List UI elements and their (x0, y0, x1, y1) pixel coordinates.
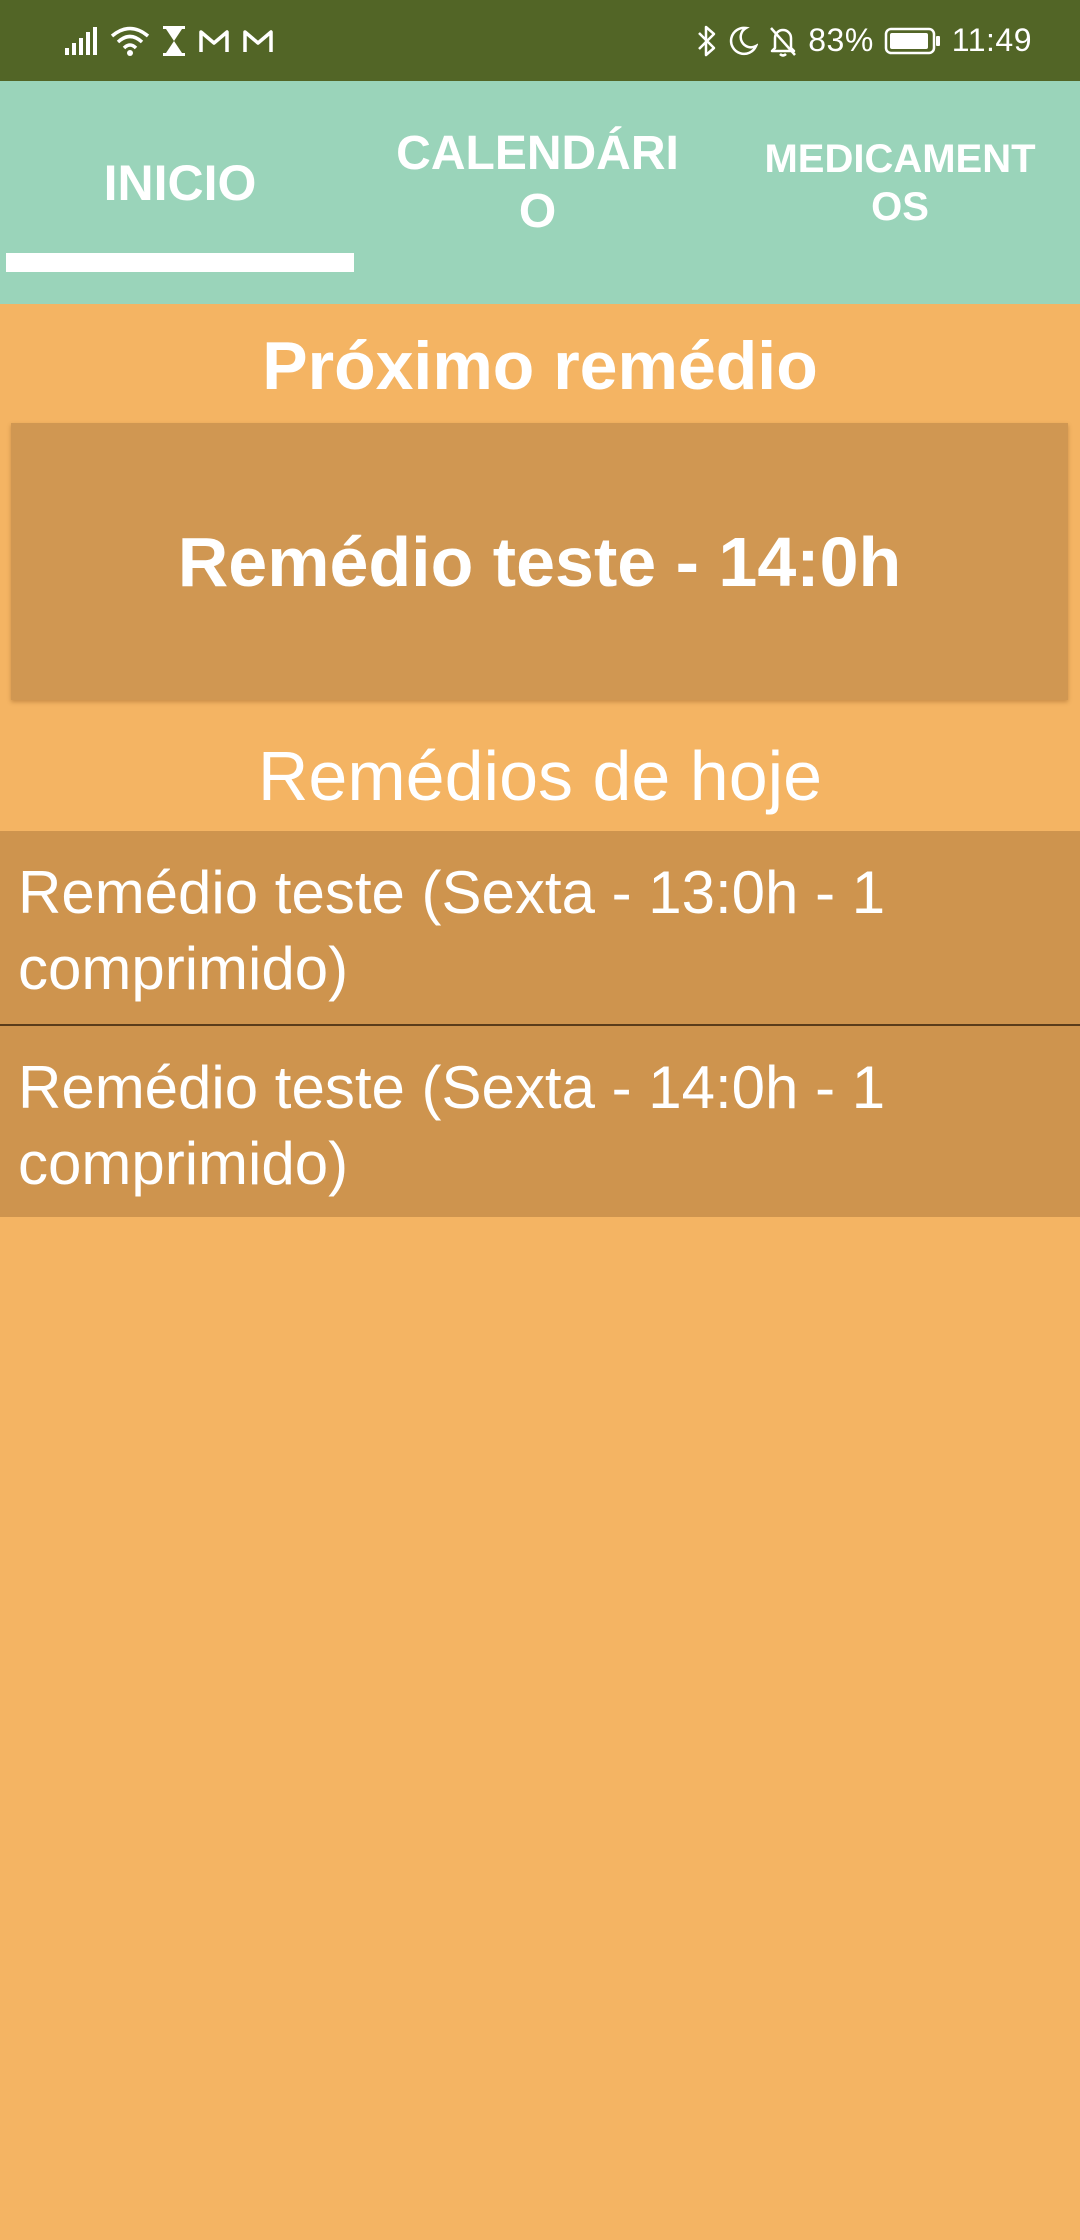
tab-medicamentos[interactable]: MEDICAMENTOS (750, 81, 1050, 304)
status-bar: 83% 11:49 (0, 0, 1080, 81)
tab-calendario[interactable]: CALENDÁRIO (385, 81, 690, 304)
list-item[interactable]: Remédio teste (Sexta - 14:0h - 1 comprim… (0, 1024, 1080, 1217)
gmail-icon (198, 28, 230, 54)
next-medicine-value: Remédio teste - 14:0h (177, 522, 902, 601)
tab-calendario-label: CALENDÁRIO (396, 126, 679, 238)
next-medicine-heading: Próximo remédio (262, 328, 818, 404)
gmail-icon (242, 28, 274, 54)
status-bar-right: 83% 11:49 (696, 0, 1032, 81)
signal-icon (64, 26, 98, 56)
clock: 11:49 (951, 22, 1032, 58)
battery-icon (884, 26, 942, 56)
wifi-icon (110, 25, 150, 57)
battery-percent: 83% (808, 22, 874, 58)
today-medicines-list: Remédio teste (Sexta - 13:0h - 1 comprim… (0, 831, 1080, 1217)
today-medicines-heading: Remédios de hoje (257, 737, 823, 815)
tab-bar: INICIO CALENDÁRIO MEDICAMENTOS (0, 81, 1080, 304)
bluetooth-icon (696, 24, 718, 58)
tab-inicio-label: INICIO (103, 154, 257, 211)
bell-off-icon (768, 25, 798, 57)
selected-tab-indicator (6, 253, 354, 272)
list-item[interactable]: Remédio teste (Sexta - 13:0h - 1 comprim… (0, 831, 1080, 1024)
status-bar-left-icons (64, 0, 274, 81)
next-medicine-card[interactable]: Remédio teste - 14:0h (11, 423, 1068, 700)
moon-icon (728, 26, 759, 56)
hourglass-icon (162, 25, 186, 57)
tab-medicamentos-label: MEDICAMENTOS (764, 136, 1036, 229)
